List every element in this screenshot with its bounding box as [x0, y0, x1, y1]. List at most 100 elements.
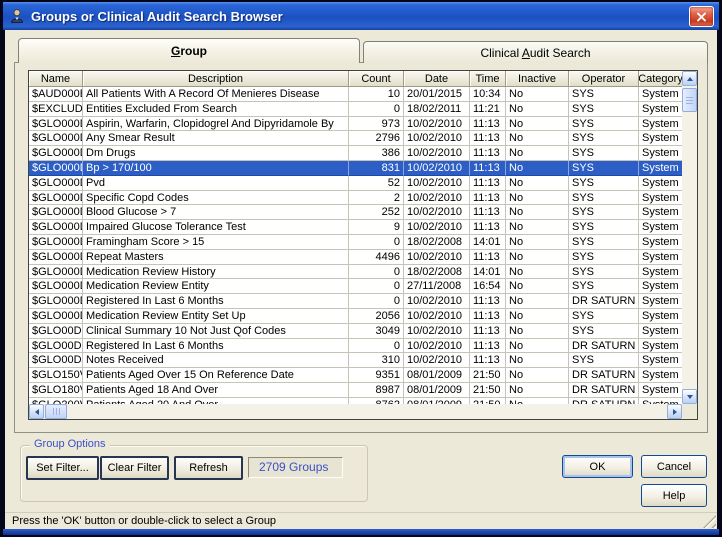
table-cell: 0	[349, 235, 404, 250]
table-cell: 16:54	[470, 279, 506, 294]
dialog-body: Group Clinical Audit Search Name Descrip…	[5, 30, 717, 529]
column-header-time[interactable]: Time	[470, 71, 506, 87]
scroll-down-button[interactable]	[682, 389, 697, 404]
table-row[interactable]: $GLO000D8XBp > 170/10083110/02/201011:13…	[29, 161, 682, 176]
table-cell: DR SATURN	[569, 339, 639, 354]
help-button[interactable]: Help	[641, 484, 707, 507]
table-cell: 11:13	[470, 176, 506, 191]
table-row[interactable]: $GLO000D5Any Smear Result279610/02/20101…	[29, 131, 682, 146]
table-row[interactable]: $GLO000DERepeat Masters449610/02/201011:…	[29, 250, 682, 265]
table-cell: Patients Aged Over 15 On Reference Date	[83, 368, 349, 383]
table-cell: System	[639, 176, 682, 191]
table-cell: SYS	[569, 161, 639, 176]
table-cell: Any Smear Result	[83, 131, 349, 146]
chevron-right-icon	[673, 409, 677, 415]
table-cell: System	[639, 117, 682, 132]
table-cell: 0	[349, 339, 404, 354]
vertical-scroll-thumb[interactable]	[682, 88, 697, 112]
column-header-count[interactable]: Count	[349, 71, 404, 87]
set-filter-button[interactable]: Set Filter...	[26, 456, 99, 480]
dialog-window: Groups or Clinical Audit Search Browser …	[0, 0, 722, 537]
table-row[interactable]: $GLO000DIRegistered In Last 6 Months010/…	[29, 294, 682, 309]
cancel-button[interactable]: Cancel	[641, 455, 707, 478]
groups-table: Name Description Count Date Time Inactiv…	[28, 70, 698, 420]
table-row[interactable]: $GLO000DGMedication Review Entity027/11/…	[29, 279, 682, 294]
horizontal-scroll-thumb[interactable]	[45, 404, 67, 419]
table-cell: Medication Review Entity Set Up	[83, 309, 349, 324]
close-button[interactable]	[689, 6, 714, 27]
table-row[interactable]: $GLO000D6Dm Drugs38610/02/201011:13NoSYS…	[29, 146, 682, 161]
refresh-button[interactable]: Refresh	[174, 456, 243, 480]
table-row[interactable]: $GLO150VERPatients Aged Over 15 On Refer…	[29, 368, 682, 383]
table-row[interactable]: $GLO00DIXRegistered In Last 6 Months010/…	[29, 339, 682, 354]
table-cell: DR SATURN	[569, 294, 639, 309]
table-row[interactable]: $EXCLUDEEntities Excluded From Search018…	[29, 102, 682, 117]
table-cell: 10/02/2010	[404, 294, 470, 309]
table-cell: SYS	[569, 250, 639, 265]
table-cell: 2	[349, 191, 404, 206]
table-cell: 10/02/2010	[404, 353, 470, 368]
scroll-right-button[interactable]	[667, 404, 682, 419]
column-header-operator[interactable]: Operator	[569, 71, 639, 87]
tab-clinical-audit-search[interactable]: Clinical Audit Search	[363, 41, 708, 63]
table-cell: No	[506, 383, 569, 398]
column-header-inactive[interactable]: Inactive	[506, 71, 569, 87]
window-border-bottom	[3, 529, 719, 535]
table-row[interactable]: $GLO00DJXNotes Received31010/02/201011:1…	[29, 353, 682, 368]
table-cell: DR SATURN	[569, 383, 639, 398]
table-header: Name Description Count Date Time Inactiv…	[29, 71, 682, 87]
table-cell: All Patients With A Record Of Menieres D…	[83, 87, 349, 102]
chevron-up-icon	[687, 77, 693, 81]
table-row[interactable]: $GLO000D9XPvd5210/02/201011:13NoSYSSyste…	[29, 176, 682, 191]
table-cell: SYS	[569, 265, 639, 280]
table-body: $AUD000EFMAll Patients With A Record Of …	[29, 87, 682, 404]
table-row[interactable]: $GLO000DBBlood Glucose > 725210/02/20101…	[29, 205, 682, 220]
column-header-name[interactable]: Name	[29, 71, 83, 87]
column-header-category[interactable]: Category	[639, 71, 682, 87]
table-row[interactable]: $GLO180VERPatients Aged 18 And Over89870…	[29, 383, 682, 398]
scroll-up-button[interactable]	[682, 71, 697, 86]
table-cell: No	[506, 205, 569, 220]
table-cell: Pvd	[83, 176, 349, 191]
table-cell: 11:13	[470, 205, 506, 220]
table-cell: $GLO000D5	[29, 131, 83, 146]
table-cell: No	[506, 265, 569, 280]
column-header-description[interactable]: Description	[83, 71, 349, 87]
table-cell: System	[639, 220, 682, 235]
table-row[interactable]: $GLO000DCImpaired Glucose Tolerance Test…	[29, 220, 682, 235]
table-cell: 11:13	[470, 250, 506, 265]
table-cell: $GLO000DAX	[29, 191, 83, 206]
table-row[interactable]: $GLO000DFMedication Review History018/02…	[29, 265, 682, 280]
table-cell: 18/02/2008	[404, 265, 470, 280]
table-row[interactable]: $GLO000DDFramingham Score > 15018/02/200…	[29, 235, 682, 250]
resize-grip[interactable]	[703, 515, 716, 528]
table-cell: SYS	[569, 117, 639, 132]
horizontal-scrollbar[interactable]	[29, 404, 682, 419]
table-cell: No	[506, 309, 569, 324]
table-row[interactable]: $AUD000EFMAll Patients With A Record Of …	[29, 87, 682, 102]
table-row[interactable]: $GLO000DAXSpecific Copd Codes210/02/2010…	[29, 191, 682, 206]
table-cell: $GLO180VER	[29, 383, 83, 398]
table-cell: System	[639, 87, 682, 102]
vertical-scrollbar[interactable]	[682, 71, 697, 404]
table-cell: No	[506, 339, 569, 354]
table-cell: 10:34	[470, 87, 506, 102]
clear-filter-button[interactable]: Clear Filter	[100, 456, 169, 480]
ok-button[interactable]: OK	[562, 455, 633, 478]
table-cell: 11:13	[470, 294, 506, 309]
scroll-left-button[interactable]	[29, 404, 44, 419]
table-cell: System	[639, 353, 682, 368]
tab-group[interactable]: Group	[18, 38, 360, 63]
table-cell: System	[639, 191, 682, 206]
table-cell: 10/02/2010	[404, 161, 470, 176]
table-cell: No	[506, 87, 569, 102]
group-options-label: Group Options	[30, 438, 110, 450]
table-cell: 20/01/2015	[404, 87, 470, 102]
table-row[interactable]: $GLO000DPMedication Review Entity Set Up…	[29, 309, 682, 324]
table-cell: 11:13	[470, 353, 506, 368]
table-row[interactable]: $GLO000D3Aspirin, Warfarin, Clopidogrel …	[29, 117, 682, 132]
column-header-date[interactable]: Date	[404, 71, 470, 87]
title-bar[interactable]: Groups or Clinical Audit Search Browser	[3, 2, 719, 30]
table-row[interactable]: $GLO00DHXClinical Summary 10 Not Just Qo…	[29, 324, 682, 339]
table-cell: No	[506, 117, 569, 132]
